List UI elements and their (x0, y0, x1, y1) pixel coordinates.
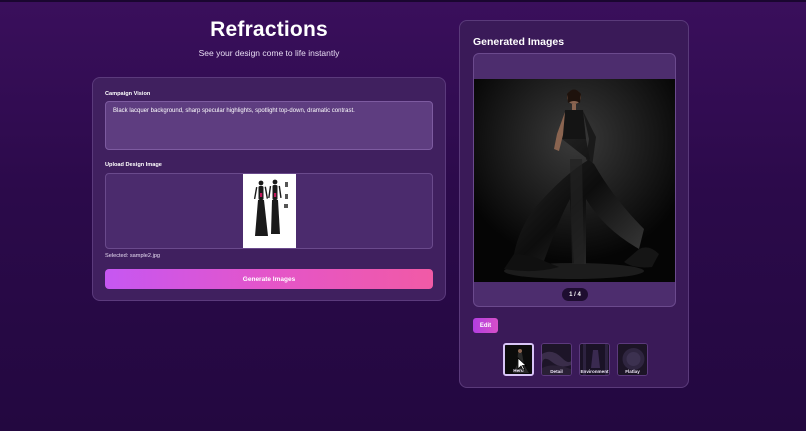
upload-design-label: Upload Design Image (105, 162, 162, 168)
generate-images-button[interactable]: Generate Images (105, 269, 433, 289)
image-viewer: 1 / 4 (473, 53, 676, 307)
thumbnail-detail[interactable]: Detail (541, 343, 572, 376)
mouse-cursor-icon (517, 357, 528, 376)
window-top-border (0, 0, 806, 2)
app-subtitle: See your design come to life instantly (198, 48, 340, 58)
uploaded-design-preview (243, 174, 296, 248)
image-counter: 1 / 4 (562, 288, 588, 301)
campaign-vision-label: Campaign Vision (105, 91, 151, 97)
thumbnail-label: Flatlay (625, 369, 640, 374)
generated-image[interactable] (474, 79, 675, 282)
edit-button[interactable]: Edit (473, 318, 498, 333)
upload-dropzone[interactable] (105, 173, 433, 249)
thumbnail-flatlay[interactable]: Flatlay (617, 343, 648, 376)
page-header: Refractions See your design come to life… (92, 18, 446, 58)
campaign-vision-textarea[interactable]: Black lacquer background, sharp specular… (105, 101, 433, 150)
design-form-card: Campaign Vision Black lacquer background… (92, 77, 446, 301)
generated-images-card: Generated Images 1 / 4 Edit Hero Detail … (459, 20, 689, 388)
thumbnail-label: Environment (580, 369, 609, 374)
thumbnail-label: Detail (550, 369, 563, 374)
app-title: Refractions (210, 18, 328, 41)
selected-file-text: Selected: sample2.jpg (105, 253, 161, 259)
generated-images-title: Generated Images (473, 36, 565, 48)
thumbnail-environment[interactable]: Environment (579, 343, 610, 376)
